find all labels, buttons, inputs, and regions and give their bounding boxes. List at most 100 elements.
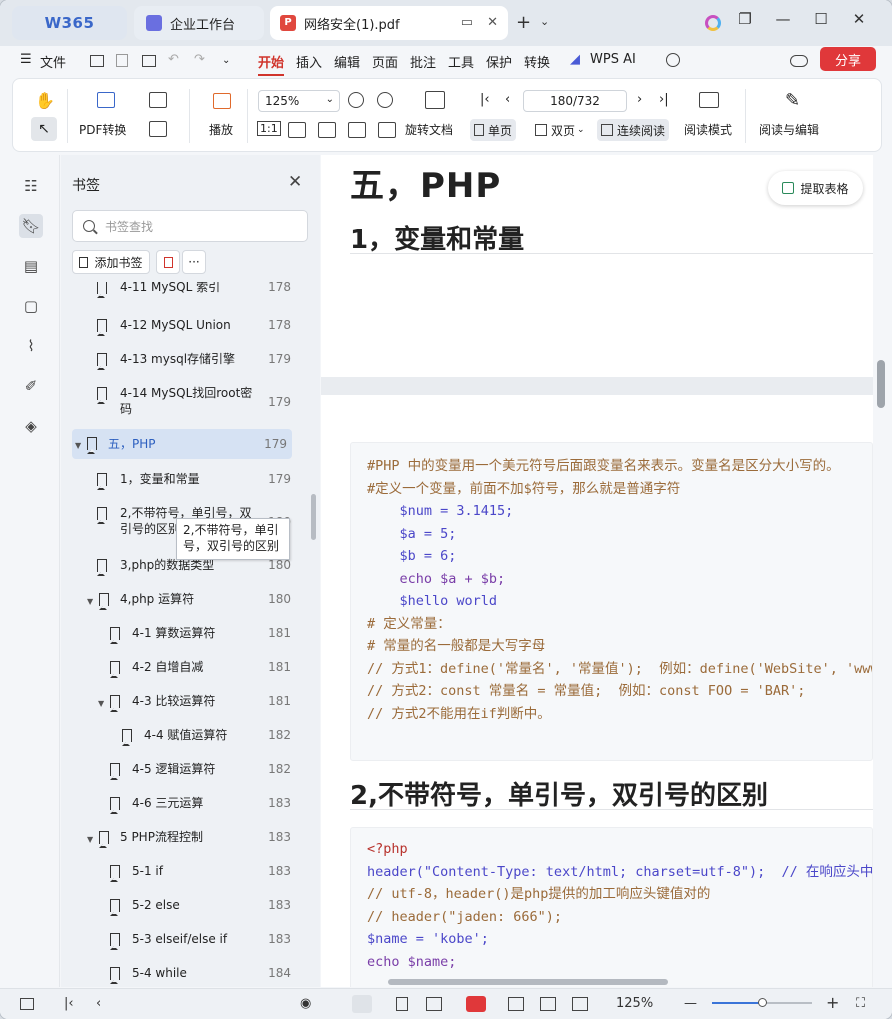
expand-arrow-icon[interactable]: ▼ — [98, 696, 104, 712]
double-view-icon[interactable] — [426, 997, 442, 1011]
list-item[interactable]: 4-4 赋值运算符 182 — [61, 727, 307, 747]
zoom-out-button[interactable]: — — [684, 996, 697, 1011]
list-item[interactable]: 4-6 三元运算 183 — [61, 795, 307, 815]
menu-file[interactable]: 文件 — [40, 52, 66, 71]
double-page-button[interactable]: 双页 ⌄ — [531, 119, 589, 141]
expand-arrow-icon[interactable]: ▼ — [87, 832, 93, 848]
close-panel-icon[interactable]: ✕ — [288, 172, 302, 192]
cloud-upload-icon[interactable] — [790, 55, 808, 67]
minimize-button[interactable]: — — [764, 10, 802, 28]
rotate-left-icon[interactable] — [348, 122, 366, 138]
prev-page-icon[interactable]: ‹ — [96, 996, 101, 1011]
print-icon[interactable] — [142, 55, 156, 67]
outline-icon[interactable]: ☷ — [19, 174, 43, 198]
document-vertical-scrollbar[interactable] — [873, 155, 892, 987]
menu-tools[interactable]: 工具 — [448, 52, 474, 71]
new-tab-button[interactable]: + — [516, 12, 531, 33]
thumbnail-icon[interactable]: ▤ — [19, 254, 43, 278]
undo-icon[interactable]: ↶ — [168, 52, 179, 67]
open-folder-icon[interactable] — [90, 55, 104, 67]
redo-icon[interactable]: ↷ — [194, 52, 205, 67]
maximize-button[interactable]: ☐ — [802, 10, 840, 28]
actual-size-icon[interactable] — [508, 997, 524, 1011]
signature-icon[interactable]: ✐ — [19, 374, 43, 398]
play-button[interactable]: 播放 — [209, 121, 233, 138]
menu-icon[interactable]: ☰ — [20, 52, 32, 67]
list-item[interactable]: 4-5 逻辑运算符 182 — [61, 761, 307, 781]
vertical-scroll-thumb[interactable] — [877, 360, 885, 408]
menu-annotate[interactable]: 批注 — [410, 52, 436, 71]
fit-width-icon[interactable] — [318, 122, 336, 138]
list-item[interactable]: 4-2 自增自减 181 — [61, 659, 307, 679]
list-item[interactable]: 5-4 while 184 — [61, 965, 307, 985]
menu-wps-ai[interactable]: WPS AI — [590, 52, 636, 67]
next-page-icon[interactable]: › — [637, 92, 642, 107]
tab-wps365[interactable]: W365 — [12, 6, 127, 40]
continuous-read-button[interactable]: 连续阅读 — [597, 119, 670, 141]
zoom-out-icon[interactable] — [348, 92, 364, 108]
list-item[interactable]: 5-3 elseif/else if 183 — [61, 931, 307, 951]
single-page-button[interactable]: 单页 — [470, 119, 517, 141]
horizontal-scroll-thumb[interactable] — [388, 979, 668, 985]
read-mode-button[interactable]: 阅读模式 — [684, 121, 732, 138]
fullscreen-icon[interactable]: ⛶ — [856, 996, 865, 1011]
menu-start[interactable]: 开始 — [258, 52, 285, 76]
expand-arrow-icon[interactable]: ▼ — [87, 594, 93, 610]
tab-list-dropdown-icon[interactable]: ⌄ — [540, 15, 549, 28]
menu-edit[interactable]: 编辑 — [334, 52, 360, 71]
menu-protect[interactable]: 保护 — [486, 52, 512, 71]
tab-document[interactable]: P 网络安全(1).pdf ▭ ✕ — [270, 6, 508, 40]
restore-icon[interactable]: ❐ — [726, 10, 764, 28]
list-item[interactable]: 5-2 else 183 — [61, 897, 307, 917]
list-item[interactable]: ▼ 4-3 比较运算符 181 — [61, 693, 307, 713]
image-convert-icon[interactable] — [149, 92, 167, 108]
actual-size-button[interactable]: 1:1 — [257, 121, 281, 136]
prev-page-icon[interactable]: ‹ — [505, 92, 510, 107]
screen-icon[interactable]: ▭ — [461, 15, 473, 30]
close-tab-icon[interactable]: ✕ — [487, 15, 498, 30]
menu-page[interactable]: 页面 — [372, 52, 398, 71]
zoom-in-button[interactable]: + — [826, 993, 839, 1012]
list-item[interactable]: ▼ 5 PHP流程控制 183 — [61, 829, 307, 849]
play-icon[interactable] — [466, 996, 486, 1012]
quick-access-dropdown-icon[interactable]: ⌄ — [222, 55, 230, 66]
sidebar-toggle-icon[interactable] — [20, 998, 34, 1010]
delete-bookmark-button[interactable] — [156, 250, 180, 274]
extract-table-button[interactable]: 提取表格 — [768, 171, 863, 205]
list-item[interactable]: 4-13 mysql存储引擎 179 — [61, 351, 307, 371]
copy-convert-icon[interactable] — [149, 121, 167, 137]
hand-tool-icon[interactable]: ✋ — [35, 91, 55, 110]
bookmark-search-input[interactable]: 书签查找 — [72, 210, 308, 242]
list-item[interactable]: 4-11 MySQL 索引 178 — [61, 282, 307, 299]
tab-workbench[interactable]: 企业工作台 — [134, 6, 264, 40]
list-item[interactable]: ▼ 4,php 运算符 180 — [61, 591, 307, 611]
fit-width-icon[interactable] — [572, 997, 588, 1011]
attachment-icon[interactable]: ⌇ — [19, 334, 43, 358]
fit-page-icon[interactable] — [540, 997, 556, 1011]
zoom-select[interactable]: 125% ⌄ — [258, 90, 340, 112]
select-tool-icon[interactable]: ↖ — [31, 117, 57, 141]
more-options-button[interactable]: ··· — [182, 250, 206, 274]
page-number-input[interactable]: 180/732 — [523, 90, 627, 112]
eye-protect-icon[interactable]: ◉ — [300, 996, 311, 1011]
list-item[interactable]: 4-12 MySQL Union 178 — [61, 317, 307, 337]
single-view-icon[interactable] — [396, 997, 408, 1011]
bookmark-icon[interactable]: 🔖︎ — [19, 214, 43, 238]
menu-insert[interactable]: 插入 — [296, 52, 322, 71]
rotate-right-icon[interactable] — [378, 122, 396, 138]
share-button[interactable]: 分享 — [820, 47, 876, 71]
continuous-view-icon[interactable] — [352, 995, 372, 1013]
close-window-button[interactable]: ✕ — [840, 10, 878, 28]
last-page-icon[interactable]: ›| — [659, 92, 669, 107]
list-item[interactable]: 1，变量和常量 179 — [61, 471, 307, 491]
save-icon[interactable] — [116, 54, 128, 67]
list-item[interactable]: 4-1 算数运算符 181 — [61, 625, 307, 645]
rotate-doc-button[interactable]: 旋转文档 — [405, 121, 453, 138]
list-item[interactable]: ▼ 五，PHP 179 — [72, 429, 292, 459]
menu-convert[interactable]: 转换 — [524, 52, 550, 71]
fit-page-icon[interactable] — [288, 122, 306, 138]
read-edit-button[interactable]: 阅读与编辑 — [759, 121, 819, 138]
comment-icon[interactable]: ▢ — [19, 294, 43, 318]
zoom-slider-knob[interactable] — [758, 998, 767, 1007]
account-avatar-icon[interactable] — [705, 15, 721, 31]
